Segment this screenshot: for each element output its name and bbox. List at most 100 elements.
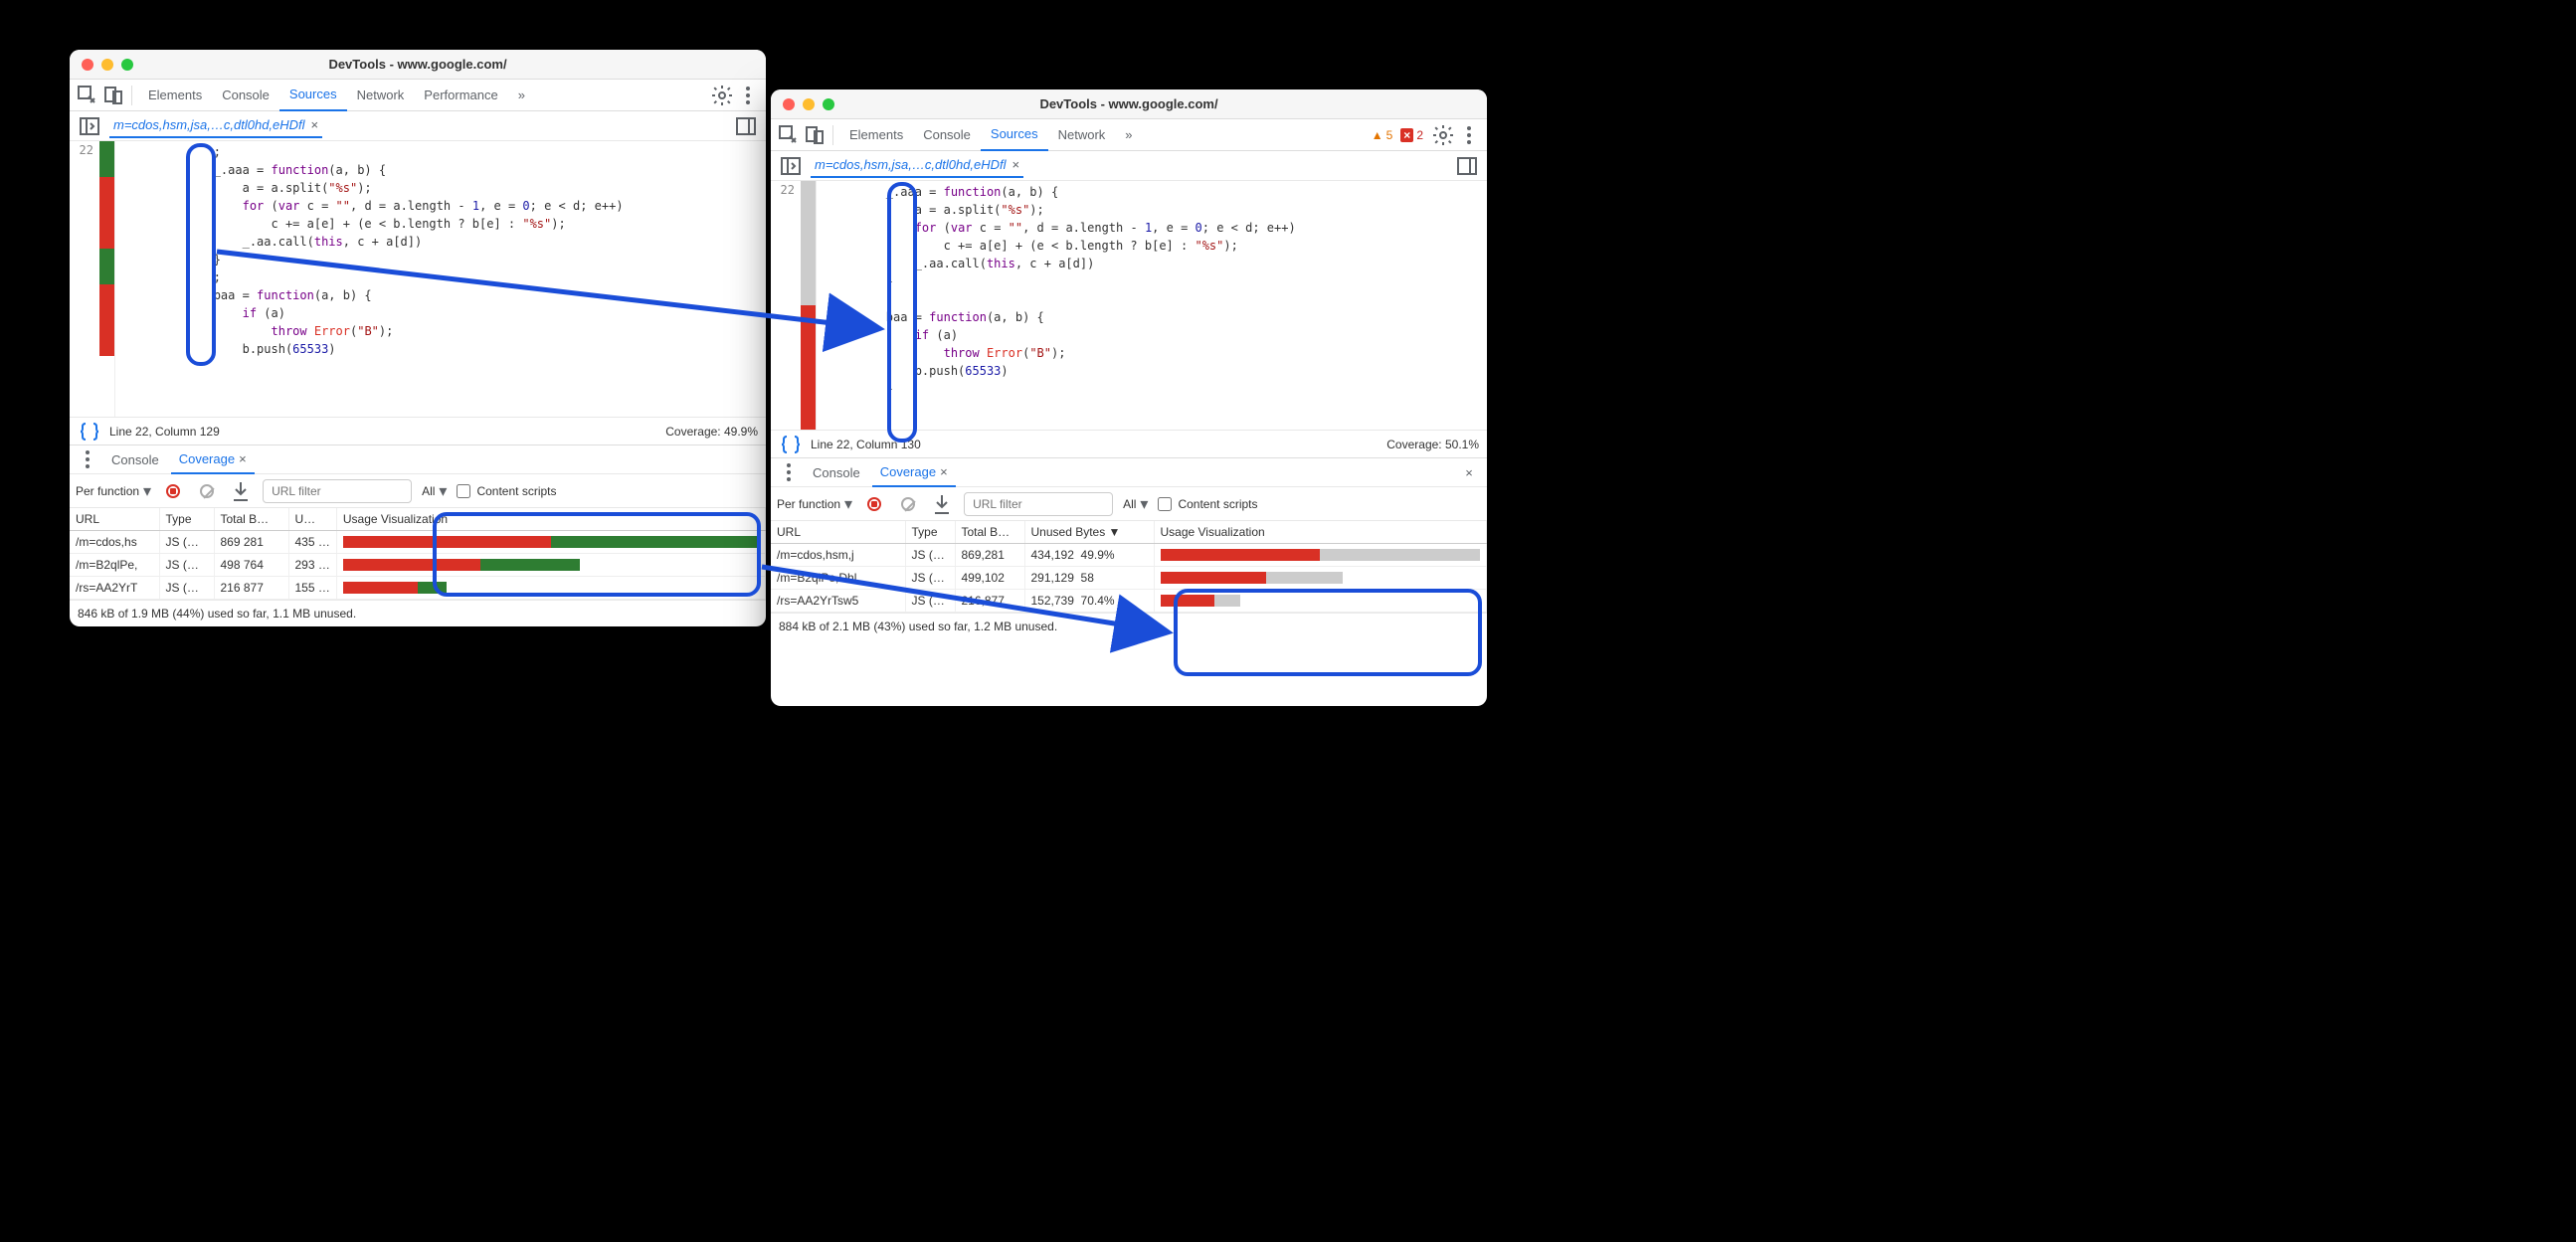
type-filter-dropdown[interactable]: All▾: [422, 481, 447, 501]
close-window-icon[interactable]: [82, 59, 93, 71]
device-toolbar-icon[interactable]: [803, 123, 827, 147]
table-row[interactable]: /rs=AA2YrTsw5JS (…216,877152,739 70.4%: [771, 590, 1487, 613]
drawer-more-icon[interactable]: [76, 447, 99, 471]
devtools-window-right: DevTools - www.google.com/ Elements Cons…: [771, 89, 1487, 706]
col-unused-label: Unused Bytes: [1031, 525, 1106, 539]
tab-console[interactable]: Console: [913, 119, 981, 151]
toggle-debugger-icon[interactable]: [734, 114, 758, 138]
clear-icon[interactable]: [195, 479, 219, 503]
drawer-tab-coverage[interactable]: Coverage ×: [872, 457, 956, 487]
zoom-window-icon[interactable]: [823, 98, 834, 110]
show-navigator-icon[interactable]: [779, 154, 803, 178]
coverage-granularity-dropdown[interactable]: Per function▾: [76, 481, 151, 501]
drawer-tab-close-icon[interactable]: ×: [239, 451, 247, 466]
dropdown-label: Per function: [76, 484, 139, 498]
drawer-tabs: Console Coverage × ×: [771, 457, 1487, 487]
col-unused[interactable]: U…: [288, 508, 336, 531]
checkbox-label: Content scripts: [1178, 497, 1257, 511]
drawer-tab-close-icon[interactable]: ×: [940, 464, 948, 479]
inspect-icon[interactable]: [76, 84, 99, 107]
table-row[interactable]: /rs=AA2YrTJS (…216 877155 …: [70, 577, 766, 600]
close-file-icon[interactable]: ×: [311, 117, 319, 132]
minimize-window-icon[interactable]: [803, 98, 815, 110]
more-icon[interactable]: [1457, 123, 1481, 147]
settings-gear-icon[interactable]: [710, 84, 734, 107]
record-icon[interactable]: [862, 492, 886, 516]
table-row[interactable]: /m=cdos,hsJS (…869 281435 …: [70, 531, 766, 554]
col-total[interactable]: Total B…: [955, 521, 1024, 544]
type-filter-dropdown[interactable]: All▾: [1123, 494, 1148, 514]
export-icon[interactable]: [229, 479, 253, 503]
drawer-close-icon[interactable]: ×: [1457, 460, 1481, 484]
tab-console[interactable]: Console: [212, 80, 279, 111]
tab-elements[interactable]: Elements: [138, 80, 212, 111]
devtools-window-left: DevTools - www.google.com/ Elements Cons…: [70, 50, 766, 626]
col-url[interactable]: URL: [771, 521, 905, 544]
tab-network[interactable]: Network: [347, 80, 415, 111]
device-toolbar-icon[interactable]: [101, 84, 125, 107]
tab-performance[interactable]: Performance: [414, 80, 507, 111]
drawer-tab-console[interactable]: Console: [805, 457, 868, 487]
col-type[interactable]: Type: [159, 508, 214, 531]
errors-badge[interactable]: × 2: [1400, 128, 1423, 142]
show-navigator-icon[interactable]: [78, 114, 101, 138]
col-total[interactable]: Total B…: [214, 508, 288, 531]
tabs-overflow[interactable]: »: [508, 80, 535, 111]
code-editor[interactable]: 22 _.aaa = function(a, b) { a = a.split(…: [771, 181, 1487, 430]
export-icon[interactable]: [930, 492, 954, 516]
main-toolbar: Elements Console Sources Network » ▲ 5 ×…: [771, 119, 1487, 151]
content-scripts-checkbox[interactable]: Content scripts: [1158, 497, 1257, 511]
code-editor[interactable]: 22 ; _.aaa = function(a, b) { a = a.spli…: [70, 141, 766, 417]
drawer-more-icon[interactable]: [777, 460, 801, 484]
tab-elements[interactable]: Elements: [839, 119, 913, 151]
col-viz[interactable]: Usage Visualization: [336, 508, 765, 531]
code-content: _.aaa = function(a, b) { a = a.split("%s…: [817, 181, 1487, 430]
table-header-row: URL Type Total B… Unused Bytes ▼ Usage V…: [771, 521, 1487, 544]
clear-icon[interactable]: [896, 492, 920, 516]
drawer-tab-coverage[interactable]: Coverage ×: [171, 444, 255, 474]
col-url[interactable]: URL: [70, 508, 159, 531]
line-gutter: 22: [771, 181, 801, 430]
drawer-tab-console[interactable]: Console: [103, 444, 167, 474]
record-icon[interactable]: [161, 479, 185, 503]
inspect-icon[interactable]: [777, 123, 801, 147]
coverage-granularity-dropdown[interactable]: Per function▾: [777, 494, 852, 514]
dropdown-label: All: [1123, 497, 1136, 511]
tab-sources[interactable]: Sources: [279, 80, 347, 111]
col-unused[interactable]: Unused Bytes ▼: [1024, 521, 1154, 544]
sources-subbar: m=cdos,hsm,jsa,…c,dtl0hd,eHDfl ×: [771, 151, 1487, 181]
divider: [131, 86, 132, 105]
coverage-percent: Coverage: 49.9%: [665, 425, 758, 439]
editor-statusbar: Line 22, Column 130 Coverage: 50.1%: [771, 430, 1487, 457]
editor-statusbar: Line 22, Column 129 Coverage: 49.9%: [70, 417, 766, 444]
col-type[interactable]: Type: [905, 521, 955, 544]
window-title: DevTools - www.google.com/: [771, 96, 1487, 111]
minimize-window-icon[interactable]: [101, 59, 113, 71]
table-row[interactable]: /m=cdos,hsm,jJS (…869,281434,192 49.9%: [771, 544, 1487, 567]
col-viz[interactable]: Usage Visualization: [1154, 521, 1487, 544]
tabs-overflow[interactable]: »: [1115, 119, 1142, 151]
file-tab[interactable]: m=cdos,hsm,jsa,…c,dtl0hd,eHDfl ×: [109, 113, 322, 138]
close-window-icon[interactable]: [783, 98, 795, 110]
more-icon[interactable]: [736, 84, 760, 107]
file-tab-label: m=cdos,hsm,jsa,…c,dtl0hd,eHDfl: [815, 157, 1007, 172]
settings-gear-icon[interactable]: [1431, 123, 1455, 147]
pretty-print-braces-icon[interactable]: [779, 433, 803, 456]
pretty-print-braces-icon[interactable]: [78, 420, 101, 444]
url-filter-input[interactable]: [263, 479, 412, 503]
traffic-lights: [70, 59, 133, 71]
tab-network[interactable]: Network: [1048, 119, 1116, 151]
panel-tabs: Elements Console Sources Network »: [839, 119, 1143, 151]
table-row[interactable]: /m=B2qlPe,DhlJS (…499,102291,129 58: [771, 567, 1487, 590]
content-scripts-checkbox[interactable]: Content scripts: [457, 484, 556, 498]
file-tab[interactable]: m=cdos,hsm,jsa,…c,dtl0hd,eHDfl ×: [811, 153, 1023, 178]
table-row[interactable]: /m=B2qlPe,JS (…498 764293 …: [70, 554, 766, 577]
zoom-window-icon[interactable]: [121, 59, 133, 71]
warnings-badge[interactable]: ▲ 5: [1372, 128, 1393, 142]
url-filter-input[interactable]: [964, 492, 1113, 516]
table-header-row: URL Type Total B… U… Usage Visualization: [70, 508, 766, 531]
toggle-debugger-icon[interactable]: [1455, 154, 1479, 178]
close-file-icon[interactable]: ×: [1012, 157, 1020, 172]
tab-sources[interactable]: Sources: [981, 119, 1048, 151]
coverage-toolbar: Per function▾ All▾ Content scripts: [70, 474, 766, 508]
